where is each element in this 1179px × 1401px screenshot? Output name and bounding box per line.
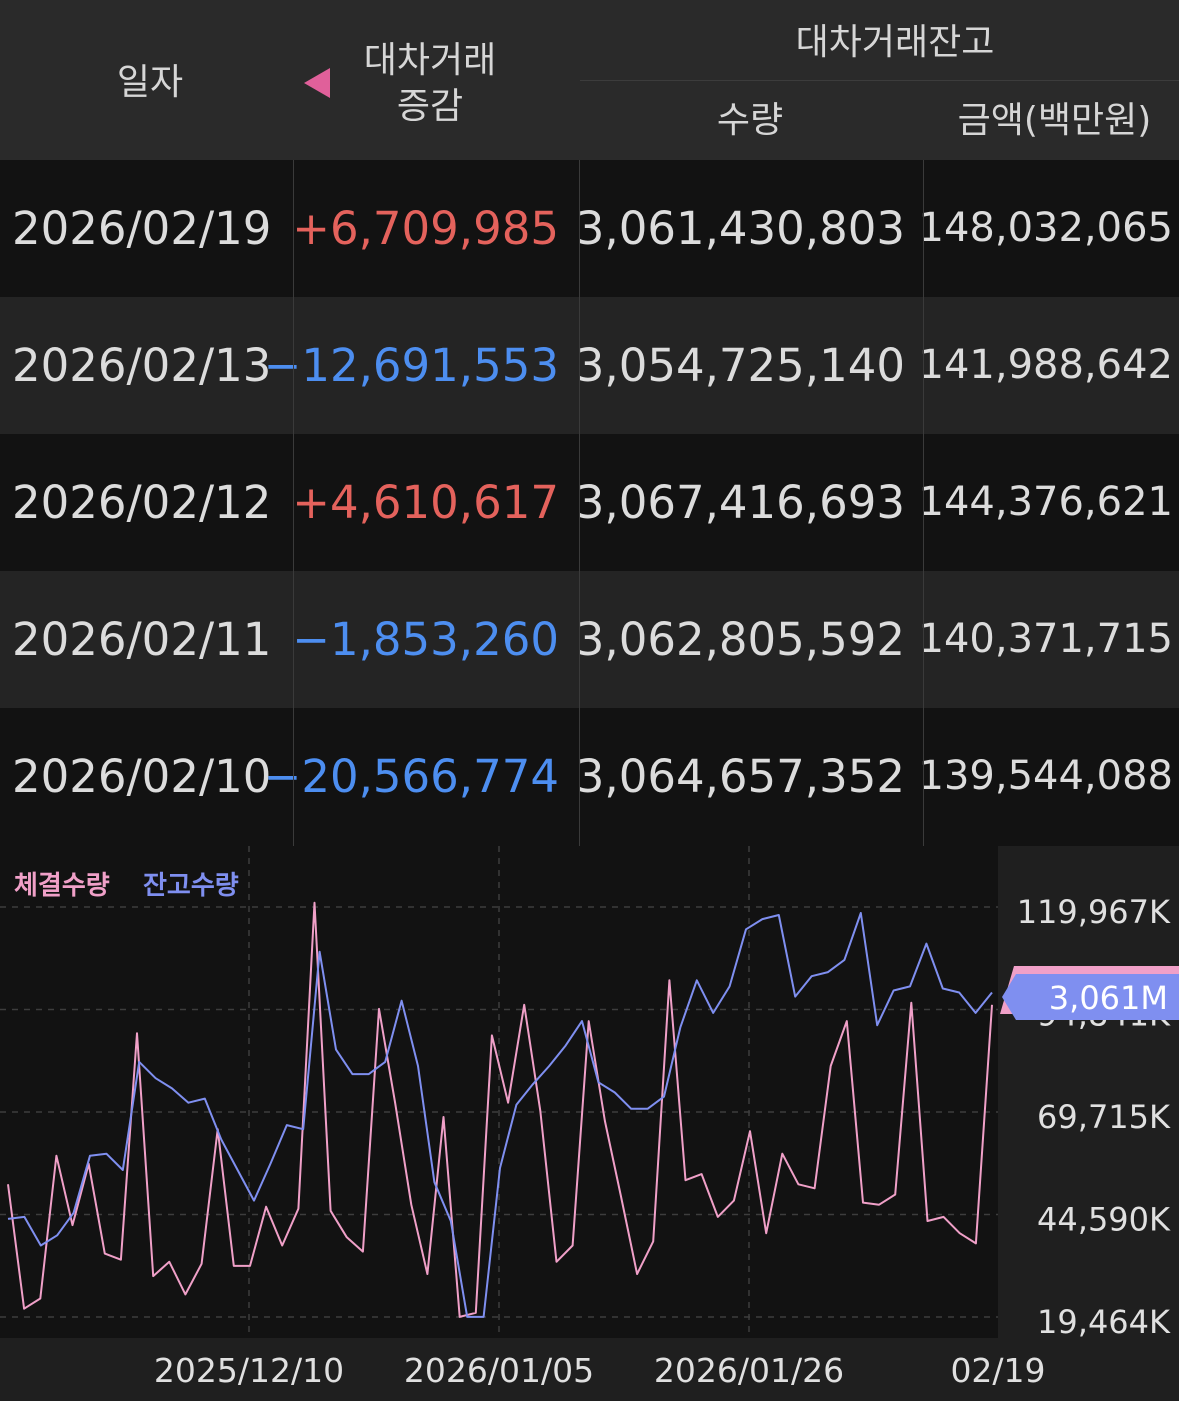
table-row[interactable]: 2026/02/19 +6,709,985 3,061,430,803 148,… [0,160,1179,297]
x-tick-label: 2026/01/05 [404,1351,594,1390]
table-header: 일자 대차거래 증감 대차거래잔고 수량 금액(백만원) [0,0,1179,161]
header-quantity[interactable]: 수량 [640,98,860,144]
row-date: 2026/02/12 [12,476,272,529]
header-divider [580,80,1179,81]
row-date: 2026/02/13 [12,339,272,392]
current-value-tag[interactable]: 3,061M [1000,966,1179,1020]
row-amount: 144,376,621 [918,479,1173,525]
header-amount[interactable]: 금액(백만원) [930,98,1179,144]
x-tick-label: 02/19 [950,1351,1045,1390]
volume-chart[interactable]: 체결수량 잔고수량 119,967K94,841K69,715K44,590K1… [0,846,1179,1397]
sort-left-arrow-icon[interactable] [304,68,330,98]
header-change-line2[interactable]: 증감 [330,84,530,130]
row-quantity: 3,064,657,352 [575,750,905,803]
header-balance-group: 대차거래잔고 [795,22,995,63]
header-change-line1[interactable]: 대차거래 [330,38,530,84]
row-quantity: 3,062,805,592 [575,613,905,666]
row-change: −12,691,553 [263,339,559,392]
header-date[interactable]: 일자 [40,60,260,106]
row-quantity: 3,067,416,693 [575,476,905,529]
column-divider [923,160,924,846]
row-amount: 140,371,715 [918,616,1173,662]
y-tick-label: 69,715K [1037,1098,1171,1136]
row-quantity: 3,061,430,803 [575,202,905,255]
column-divider [293,160,294,846]
table-row[interactable]: 2026/02/11 −1,853,260 3,062,805,592 140,… [0,571,1179,708]
legend-trade-volume: 체결수량 [14,871,110,901]
y-tick-label: 44,590K [1037,1201,1171,1239]
row-amount: 148,032,065 [918,205,1173,251]
row-date: 2026/02/10 [12,750,272,803]
table-row[interactable]: 2026/02/10 −20,566,774 3,064,657,352 139… [0,708,1179,846]
row-amount: 141,988,642 [918,342,1173,388]
y-tick-label: 119,967K [1017,893,1171,931]
table-row[interactable]: 2026/02/12 +4,610,617 3,067,416,693 144,… [0,434,1179,571]
row-amount: 139,544,088 [918,753,1173,799]
y-tick-label: 19,464K [1037,1303,1171,1341]
column-divider [579,160,580,846]
table-row[interactable]: 2026/02/13 −12,691,553 3,054,725,140 141… [0,297,1179,434]
row-change: +6,709,985 [292,202,559,255]
chart-svg[interactable]: 체결수량 잔고수량 119,967K94,841K69,715K44,590K1… [0,846,1179,1397]
row-date: 2026/02/19 [12,202,272,255]
row-change: −1,853,260 [292,613,559,666]
x-tick-label: 2026/01/26 [654,1351,844,1390]
legend-balance-volume: 잔고수량 [143,871,239,901]
row-quantity: 3,054,725,140 [575,339,905,392]
x-tick-label: 2025/12/10 [154,1351,344,1390]
row-date: 2026/02/11 [12,613,272,666]
row-change: +4,610,617 [292,476,559,529]
row-change: −20,566,774 [263,750,559,803]
margin-trading-table: 일자 대차거래 증감 대차거래잔고 수량 금액(백만원) 2026/02/19 … [0,0,1179,846]
current-value-label: 3,061M [1049,979,1168,1017]
